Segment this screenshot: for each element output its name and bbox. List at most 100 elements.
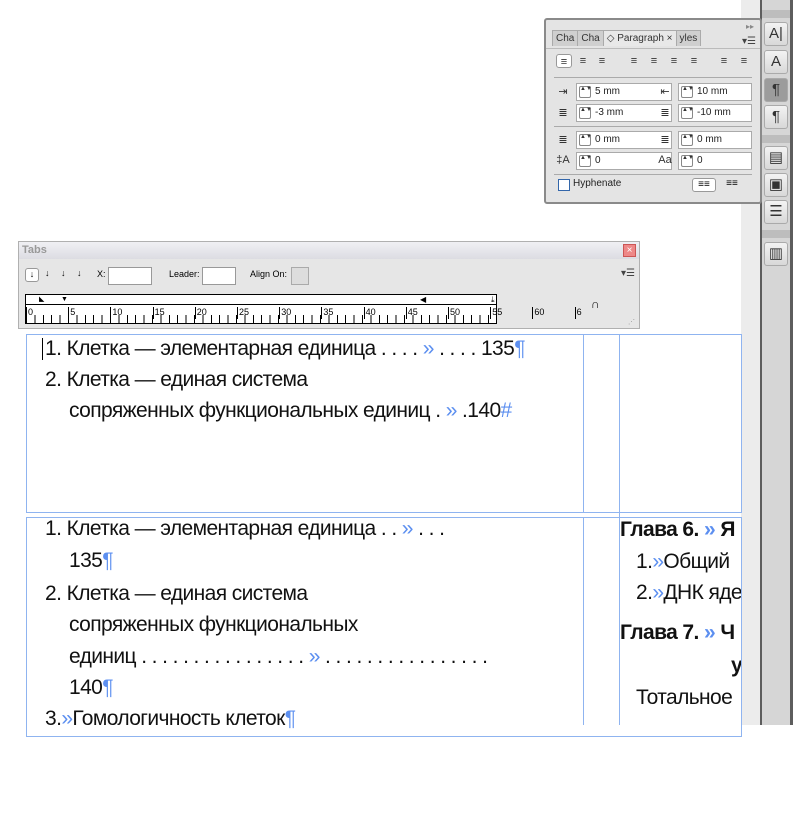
ruler-tick-label: 45 [405, 307, 418, 319]
tab-character[interactable]: Cha [552, 30, 579, 46]
character-panel-icon[interactable]: A| [764, 22, 788, 46]
space-before-icon: ≣ [558, 134, 568, 146]
x-position-input[interactable] [108, 267, 152, 285]
toc-line: 2.»ДНК яде [636, 581, 741, 604]
center-justified-tab-icon[interactable]: ↓ [45, 268, 50, 278]
panel-dock: A| A ¶ ¶ ▤ ▣ ☰ ▥ [762, 0, 790, 725]
column-guide [583, 334, 584, 513]
paragraph-panel-icon[interactable]: ¶ [764, 78, 788, 102]
tabs-panel: Tabs × ↓ ↓ ↓ ↓ X: Leader: Align On: ▾☰ ◣… [18, 241, 640, 329]
paragraph-panel: ▸▸ Cha Cha ◇ Paragraph × yles ▾☰ ≡ ≡ ≡ ≡ ≡ … [544, 18, 762, 204]
align-to-decimal-tab-icon[interactable]: ↓ [77, 268, 82, 278]
chapter-heading: Глава 7. » Ч [620, 621, 735, 644]
tab-paragraph[interactable]: ◇ Paragraph × [602, 30, 677, 46]
leader-input[interactable] [202, 267, 236, 285]
x-label: X: [97, 269, 106, 279]
ruler-tick-label: 25 [237, 307, 250, 319]
dock-group-header[interactable] [762, 135, 790, 143]
tab-stop-marker[interactable]: ⤓ [491, 295, 495, 305]
dock-group-header[interactable] [762, 230, 790, 238]
ruler-tick-label: 30 [279, 307, 292, 319]
chapter-heading: Глава 6. » Я [620, 518, 735, 541]
space-after-icon: ≣ [660, 134, 670, 146]
panel-menu-icon[interactable]: ▾☰ [742, 36, 756, 47]
panel-menu-icon[interactable]: ▾☰ [621, 268, 635, 279]
toc-line[interactable]: 3.»Гомологичность клеток¶ [45, 703, 296, 734]
panel-title: Tabs [22, 244, 47, 256]
ruler-tick-label: 10 [110, 307, 123, 319]
ruler-tick-label: 35 [321, 307, 334, 319]
tab-character-styles[interactable]: Cha [577, 30, 604, 46]
align-on-label: Align On: [250, 269, 288, 279]
close-icon[interactable]: × [623, 244, 636, 257]
body-text: Тотальное [636, 686, 733, 709]
ruler-tick-label: 5 [68, 307, 76, 319]
justify-all-icon[interactable]: ≡ [686, 54, 702, 68]
leader-label: Leader: [169, 269, 200, 279]
tab-paragraph-styles[interactable]: yles [675, 30, 702, 46]
left-justified-tab-icon[interactable]: ↓ [25, 268, 39, 282]
align-left-icon[interactable]: ≡ [556, 54, 572, 68]
position-panel-above-frame-icon[interactable]: ∩ [591, 297, 600, 311]
first-line-indent-marker[interactable]: ◣ [39, 295, 44, 303]
ruler-tick-label: 6 [574, 307, 582, 319]
right-justified-tab-icon[interactable]: ↓ [61, 268, 66, 278]
library-icon[interactable]: ▥ [764, 242, 788, 266]
align-center-icon[interactable]: ≡ [575, 54, 591, 68]
ruler-tick-label: 55 [490, 307, 503, 319]
toc-line[interactable]: 1. Клетка — элементарная единица . . . .… [45, 333, 525, 364]
hyphenate-label: Hyphenate [573, 178, 622, 189]
last-line-indent-field[interactable]: ▲▼ -10 mm [678, 104, 752, 122]
ruler-tick-label: 0 [26, 307, 34, 319]
right-indent-marker[interactable]: ◀ [420, 295, 426, 304]
ruler-tick-label: 20 [194, 307, 207, 319]
panel-tabs: Cha Cha ◇ Paragraph × yles [552, 30, 702, 48]
toc-line[interactable]: сопряженных функциональных единиц . » .1… [69, 395, 512, 426]
character-styles-icon[interactable]: A [764, 50, 788, 74]
chapter-heading-cont: у [731, 654, 741, 677]
left-indent-icon: ⇥ [558, 86, 568, 98]
drop-cap-lines-icon: ‡A [556, 154, 570, 166]
tabs-panel-titlebar[interactable] [19, 242, 639, 259]
toc-line[interactable]: 2. Клетка — единая система [45, 578, 308, 609]
justify-left-icon[interactable]: ≡ [626, 54, 642, 68]
toc-line[interactable]: единиц . . . . . . . . . . . . . . . . »… [69, 641, 488, 672]
dock-group-header[interactable] [762, 10, 790, 18]
first-line-indent-icon: ≣ [558, 107, 568, 119]
text-frame-3[interactable]: Глава 6. » Я 1.»Общий 2.»ДНК яде Глава 7… [619, 510, 741, 725]
right-indent-icon: ⇤ [660, 86, 670, 98]
toc-line[interactable]: 2. Клетка — единая система [45, 364, 308, 395]
space-after-field[interactable]: ▲▼ 0 mm [678, 131, 752, 149]
left-indent-marker[interactable]: ▼ [61, 296, 68, 303]
toc-line: 1.»Общий [636, 550, 730, 573]
ruler-tick-label: 60 [532, 307, 545, 319]
toc-line[interactable]: 140¶ [69, 672, 114, 703]
align-right-icon[interactable]: ≡ [594, 54, 610, 68]
justify-right-icon[interactable]: ≡ [666, 54, 682, 68]
align-towards-spine-icon[interactable]: ≡ [716, 54, 732, 68]
drop-cap-chars-icon: Aa [658, 154, 672, 166]
paragraph-composer-icon[interactable]: ≡≡ [720, 178, 744, 192]
align-on-input[interactable] [291, 267, 309, 285]
ruler-tick-label: 50 [448, 307, 461, 319]
object-styles-icon[interactable]: ▤ [764, 146, 788, 170]
drop-cap-chars-field[interactable]: ▲▼ 0 [678, 152, 752, 170]
align-away-spine-icon[interactable]: ≡ [736, 54, 752, 68]
close-icon[interactable]: × [667, 33, 673, 44]
toc-line[interactable]: сопряженных функциональных [69, 609, 358, 640]
collapse-panel-icon[interactable]: ▸▸ [746, 22, 754, 31]
table-panel-icon[interactable]: ☰ [764, 200, 788, 224]
resize-grip-icon[interactable]: ⋰ [628, 318, 635, 326]
paragraph-styles-icon[interactable]: ¶ [764, 105, 788, 129]
text-cursor [42, 338, 43, 360]
justify-center-icon[interactable]: ≡ [646, 54, 662, 68]
table-styles-icon[interactable]: ▣ [764, 173, 788, 197]
last-line-indent-icon: ≣ [660, 107, 670, 119]
right-indent-field[interactable]: ▲▼ 10 mm [678, 83, 752, 101]
toc-line[interactable]: 135¶ [69, 545, 114, 576]
hyphenate-checkbox[interactable] [558, 179, 570, 191]
single-line-composer-icon[interactable]: ≡≡ [692, 178, 716, 192]
toc-line[interactable]: 1. Клетка — элементарная единица . . » .… [45, 513, 445, 544]
tab-ruler[interactable]: ◣ ▼ ◀ ⤓ 0 5 10 15 20 25 30 35 40 45 50 55 60 6 [25, 294, 582, 324]
ruler-tick-label: 40 [363, 307, 376, 319]
